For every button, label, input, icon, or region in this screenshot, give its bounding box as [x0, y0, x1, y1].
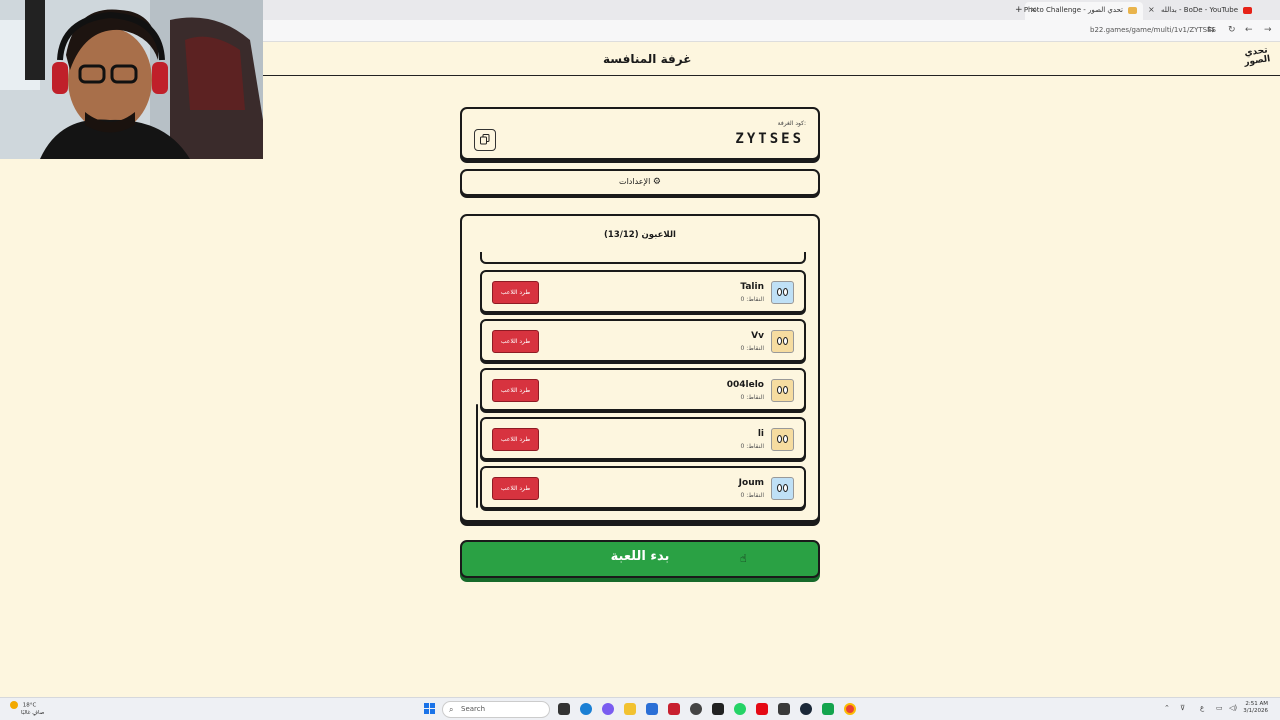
app-gray-icon[interactable] [778, 703, 790, 715]
tray-app-icon[interactable]: ⊽ [1180, 704, 1185, 712]
kick-player-button[interactable]: طرد اللاعب [492, 330, 539, 353]
store-icon[interactable] [646, 703, 658, 715]
room-code-label: كود الغرفة: [777, 120, 806, 127]
network-icon[interactable]: ▭ [1216, 704, 1223, 712]
sun-icon [10, 701, 18, 709]
clock-time: 2:51 AM [1245, 701, 1268, 707]
taskbar-clock[interactable]: 2:51 AM 3/1/2026 [1243, 701, 1268, 715]
settings-button[interactable]: الإعدادات ⚙ [460, 169, 820, 196]
steam-icon[interactable] [800, 703, 812, 715]
player-name: Talin [740, 282, 764, 292]
weather-temp: 18°C [22, 702, 37, 709]
tab-photo-challenge-close-icon[interactable]: × [1030, 2, 1037, 18]
task-view-icon[interactable] [558, 703, 570, 715]
copy-code-button[interactable] [474, 129, 496, 151]
app-green-icon[interactable] [822, 703, 834, 715]
new-tab-icon[interactable]: + [1009, 2, 1029, 20]
clock-date: 3/1/2026 [1243, 708, 1268, 714]
file-explorer-icon[interactable] [624, 703, 636, 715]
avatar-eyes-icon [777, 386, 788, 394]
app-dark-icon[interactable] [690, 703, 702, 715]
taskbar-search[interactable]: ⌕ Search [442, 701, 550, 718]
avatar-eyes-icon [777, 337, 788, 345]
windows-start-icon[interactable] [424, 703, 436, 715]
weather-desc: صافٍ غالبًا [21, 709, 45, 716]
app-header [263, 42, 1280, 76]
language-indicator[interactable]: ع [1200, 704, 1204, 712]
game-favicon-icon [1128, 7, 1137, 14]
player-score: النقاط: 0 [740, 296, 764, 303]
list-item: 004lelo النقاط: 0 طرد اللاعب [480, 368, 806, 411]
avatar [771, 379, 794, 402]
webcam-overlay [0, 0, 263, 159]
tray-chevron-icon[interactable]: ⌃ [1164, 704, 1170, 712]
player-name: li [757, 429, 764, 439]
avatar [771, 281, 794, 304]
mouse-cursor-icon: ☝ [740, 552, 747, 565]
avatar-eyes-icon [777, 288, 788, 296]
player-score: النقاط: 0 [740, 345, 764, 352]
player-score: النقاط: 0 [740, 394, 764, 401]
avatar [771, 477, 794, 500]
streamer-image [0, 0, 263, 159]
avatar [771, 428, 794, 451]
kick-player-button[interactable]: طرد اللاعب [492, 379, 539, 402]
players-panel: اللاعبون (13/12) Talin النقاط: 0 طرد الل… [460, 214, 820, 522]
taskbar-search-label: Search [461, 705, 486, 713]
player-name: 004lelo [726, 380, 764, 390]
app-black-icon[interactable] [712, 703, 724, 715]
weather-widget[interactable]: 18°C صافٍ غالبًا [10, 701, 44, 717]
back-icon[interactable]: ← [1245, 25, 1253, 35]
tab-photo-challenge-label: Photo Challenge - تحدي الصور [1023, 6, 1123, 14]
player-name: Joum [738, 478, 764, 488]
list-item: Talin النقاط: 0 طرد اللاعب [480, 270, 806, 313]
taskbar: 18°C صافٍ غالبًا ⌕ Search ⌃ ⊽ ع ▭ ◁) 2:5… [0, 697, 1280, 720]
tab-photo-challenge[interactable]: Photo Challenge - تحدي الصور × [1023, 2, 1143, 20]
page-title: غرفة المنافسة [603, 52, 692, 66]
site-logo[interactable]: تحدي الصور [1242, 45, 1273, 72]
list-item: Joum النقاط: 0 طرد اللاعب [480, 466, 806, 509]
url-field[interactable]: b22.games/game/multi/1v1/ZYTSES [1090, 26, 1216, 34]
app-red-icon[interactable] [668, 703, 680, 715]
forward-icon[interactable]: → [1264, 25, 1272, 35]
avatar-eyes-icon [777, 435, 788, 443]
settings-label: الإعدادات [619, 177, 651, 186]
avatar [771, 330, 794, 353]
players-scrollbar[interactable] [476, 404, 478, 508]
youtube-icon [1243, 7, 1252, 14]
search-icon: ⌕ [449, 705, 454, 714]
player-score: النقاط: 0 [740, 443, 764, 450]
player-name: Vv [751, 331, 764, 341]
tab-youtube[interactable]: بدالله - BoDe - YouTube × [1148, 2, 1270, 20]
avatar-eyes-icon [777, 484, 788, 492]
start-game-button[interactable]: بدء اللعبة [460, 540, 820, 578]
gear-icon: ⚙ [652, 177, 661, 187]
players-title: اللاعبون (13/12) [604, 230, 676, 240]
chrome-icon[interactable] [844, 703, 856, 715]
list-item: li النقاط: 0 طرد اللاعب [480, 417, 806, 460]
kick-player-button[interactable]: طرد اللاعب [492, 428, 539, 451]
room-code-card: كود الغرفة: ZYTSES [460, 107, 820, 160]
kick-player-button[interactable]: طرد اللاعب [492, 477, 539, 500]
room-code-value: ZYTSES [735, 131, 804, 147]
whatsapp-icon[interactable] [734, 703, 746, 715]
player-score: النقاط: 0 [740, 492, 764, 499]
tab-youtube-label: بدالله - BoDe - YouTube [1161, 6, 1238, 14]
list-item-partial [480, 252, 806, 264]
kick-player-button[interactable]: طرد اللاعب [492, 281, 539, 304]
translate-icon[interactable]: ⇆ [1207, 25, 1215, 35]
copilot-icon[interactable] [602, 703, 614, 715]
tab-youtube-close-icon[interactable]: × [1148, 2, 1155, 18]
list-item: Vv النقاط: 0 طرد اللاعب [480, 319, 806, 362]
reload-icon[interactable]: ↻ [1228, 25, 1236, 35]
netflix-icon[interactable] [756, 703, 768, 715]
volume-icon[interactable]: ◁) [1229, 704, 1237, 712]
edge-icon[interactable] [580, 703, 592, 715]
copy-icon [480, 134, 490, 145]
